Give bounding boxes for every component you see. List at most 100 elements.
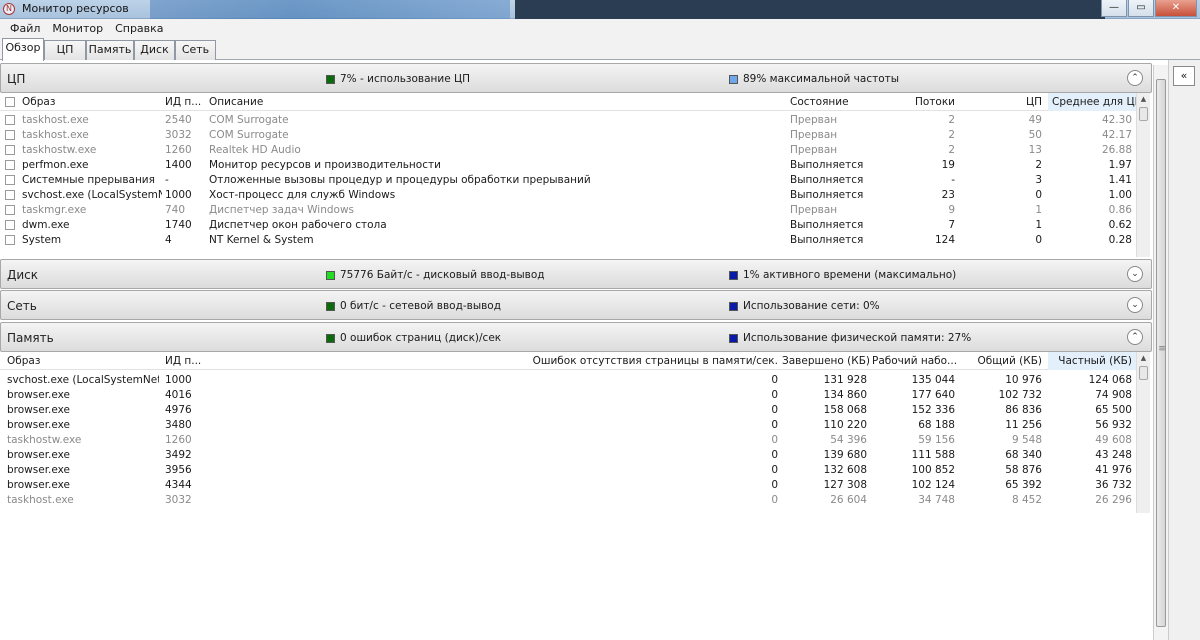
memory-scroll-thumb[interactable] — [1139, 366, 1148, 380]
minimize-button[interactable]: — — [1101, 0, 1127, 17]
expand-network-icon[interactable]: ⌄ — [1127, 297, 1143, 313]
expand-sidebar-icon[interactable]: « — [1173, 66, 1195, 86]
col-threads[interactable]: Потоки — [872, 96, 955, 108]
cpu-scroll-thumb[interactable] — [1139, 107, 1148, 121]
cell-description: Диспетчер окон рабочего стола — [209, 219, 387, 231]
cell-pid: 1740 — [165, 219, 192, 231]
table-row[interactable]: taskmgr.exe 740 Диспетчер задач Windows Пре… — [0, 203, 1136, 218]
row-checkbox[interactable] — [5, 220, 15, 230]
tab-cpu[interactable]: ЦП — [44, 40, 86, 60]
cell-working-set: 152 336 — [911, 404, 955, 416]
cell-image: taskhost.exe — [22, 129, 89, 141]
memory-table-scrollbar[interactable]: ▲ — [1136, 352, 1150, 513]
cpu-panel-header[interactable]: ЦП 7% - использование ЦП 89% максимально… — [0, 63, 1152, 93]
cell-shareable: 10 976 — [1005, 374, 1042, 386]
row-checkbox[interactable] — [5, 175, 15, 185]
cpu-usage-swatch — [326, 74, 335, 84]
scroll-up-arrow-icon[interactable]: ▲ — [1137, 93, 1150, 105]
row-checkbox[interactable] — [5, 205, 15, 215]
cell-hard-faults: 0 — [771, 479, 778, 491]
table-row[interactable]: browser.exe 4976 0 158 068 152 336 86 836 65 5… — [0, 403, 1136, 418]
col-commit[interactable]: Завершено (КБ) — [782, 355, 870, 367]
table-row[interactable]: browser.exe 3480 0 110 220 68 188 11 256 56 93… — [0, 418, 1136, 433]
table-row[interactable]: browser.exe 4344 0 127 308 102 124 65 392 36 7… — [0, 478, 1136, 493]
cell-cpu-average: 0.62 — [1108, 219, 1132, 231]
table-row[interactable]: svchost.exe (LocalSystemNetwo... 1000 0 131… — [0, 373, 1136, 388]
select-all-checkbox[interactable] — [5, 97, 15, 107]
col-working-set[interactable]: Рабочий набо... — [872, 355, 957, 367]
table-row[interactable]: taskhost.exe 2540 COM Surrogate Прерван 2 49 4… — [0, 113, 1136, 128]
cell-description: Монитор ресурсов и производительности — [209, 159, 441, 171]
cell-private: 124 068 — [1088, 374, 1132, 386]
cell-cpu: 1 — [1035, 219, 1042, 231]
row-checkbox[interactable] — [5, 130, 15, 140]
col-shareable[interactable]: Общий (КБ) — [958, 355, 1042, 367]
maximize-button[interactable]: ▭ — [1128, 0, 1154, 17]
cell-status: Выполняется — [790, 234, 864, 246]
cpu-usage-stat: 7% - использование ЦП — [326, 73, 470, 85]
table-row[interactable]: browser.exe 3956 0 132 608 100 852 58 876 41 9… — [0, 463, 1136, 478]
memory-panel-header[interactable]: Память 0 ошибок страниц (диск)/сек Испол… — [0, 322, 1152, 352]
col-description[interactable]: Описание — [209, 96, 263, 108]
row-checkbox[interactable] — [5, 235, 15, 245]
close-button[interactable]: ✕ — [1155, 0, 1197, 17]
col-pid[interactable]: ИД п... — [165, 96, 201, 108]
cell-shareable: 65 392 — [1005, 479, 1042, 491]
col-mem-pid[interactable]: ИД п... — [165, 355, 201, 367]
physical-memory-swatch — [729, 333, 738, 343]
cell-pid: 3492 — [165, 449, 192, 461]
table-row[interactable]: browser.exe 4016 0 134 860 177 640 102 732 74 … — [0, 388, 1136, 403]
table-row[interactable]: taskhostw.exe 1260 Realtek HD Audio Прерван… — [0, 143, 1136, 158]
col-hard-faults[interactable]: Ошибок отсутствия страницы в памяти/сек. — [520, 355, 778, 367]
cpu-process-table: Образ ИД п... Описание Состояние Потоки … — [0, 93, 1150, 257]
disk-panel-header[interactable]: Диск 75776 Байт/с - дисковый ввод-вывод … — [0, 259, 1152, 289]
window-controls: — ▭ ✕ — [1101, 0, 1197, 17]
row-checkbox[interactable] — [5, 115, 15, 125]
menu-help[interactable]: Справка — [109, 22, 169, 35]
cell-hard-faults: 0 — [771, 389, 778, 401]
tab-overview[interactable]: Обзор — [2, 38, 44, 61]
cell-status: Прерван — [790, 129, 838, 141]
cpu-table-scrollbar[interactable]: ▲ — [1136, 93, 1150, 257]
col-image[interactable]: Образ — [22, 96, 55, 108]
cell-pid: 4976 — [165, 404, 192, 416]
collapse-cpu-icon[interactable]: ⌃ — [1127, 70, 1143, 86]
row-checkbox[interactable] — [5, 190, 15, 200]
network-io-stat: 0 бит/с - сетевой ввод-вывод — [326, 300, 501, 312]
expand-disk-icon[interactable]: ⌄ — [1127, 266, 1143, 282]
table-row[interactable]: taskhostw.exe 1260 0 54 396 59 156 9 548 49 60… — [0, 433, 1136, 448]
network-usage-swatch — [729, 301, 738, 311]
col-cpu[interactable]: ЦП — [958, 96, 1042, 108]
table-row[interactable]: taskhost.exe 3032 0 26 604 34 748 8 452 26 296 — [0, 493, 1136, 508]
menu-file[interactable]: Файл — [4, 22, 46, 35]
row-checkbox[interactable] — [5, 145, 15, 155]
table-row[interactable]: svchost.exe (LocalSystemNet...1000 Хост-п… — [0, 188, 1136, 203]
col-cpu-average[interactable]: Среднее для ЦП — [1048, 93, 1143, 111]
menu-bar: Файл Монитор Справка — [0, 19, 1200, 38]
cell-status: Прерван — [790, 114, 838, 126]
cell-hard-faults: 0 — [771, 419, 778, 431]
cell-commit: 134 860 — [823, 389, 867, 401]
cell-image: svchost.exe (LocalSystemNet... — [22, 189, 162, 201]
table-row[interactable]: perfmon.exe 1400 Монитор ресурсов и произв… — [0, 158, 1136, 173]
disk-io-text: 75776 Байт/с - дисковый ввод-вывод — [340, 269, 545, 281]
table-row[interactable]: taskhost.exe 3032 COM Surrogate Прерван 2 50 4… — [0, 128, 1136, 143]
menu-monitor[interactable]: Монитор — [46, 22, 109, 35]
cell-threads: 19 — [941, 159, 955, 171]
table-row[interactable]: System 4 NT Kernel & System Выполняется 124 0… — [0, 233, 1136, 248]
table-row[interactable]: dwm.exe 1740 Диспетчер окон рабочего стола… — [0, 218, 1136, 233]
table-row[interactable]: Системные прерывания - Отложенные вызовы п… — [0, 173, 1136, 188]
collapse-memory-icon[interactable]: ⌃ — [1127, 329, 1143, 345]
row-checkbox[interactable] — [5, 160, 15, 170]
tab-disk[interactable]: Диск — [134, 40, 175, 60]
tab-network[interactable]: Сеть — [175, 40, 216, 60]
scroll-up-arrow-icon[interactable]: ▲ — [1137, 352, 1150, 364]
col-mem-image[interactable]: Образ — [7, 355, 40, 367]
table-row[interactable]: browser.exe 3492 0 139 680 111 588 68 340 43 2… — [0, 448, 1136, 463]
splitter-grip-icon[interactable]: ≡ — [1158, 344, 1166, 356]
col-private[interactable]: Частный (КБ) — [1048, 352, 1136, 370]
network-panel-header[interactable]: Сеть 0 бит/с - сетевой ввод-вывод Исполь… — [0, 290, 1152, 320]
col-status[interactable]: Состояние — [790, 96, 849, 108]
tab-memory[interactable]: Память — [86, 40, 134, 60]
cell-description: Realtek HD Audio — [209, 144, 301, 156]
